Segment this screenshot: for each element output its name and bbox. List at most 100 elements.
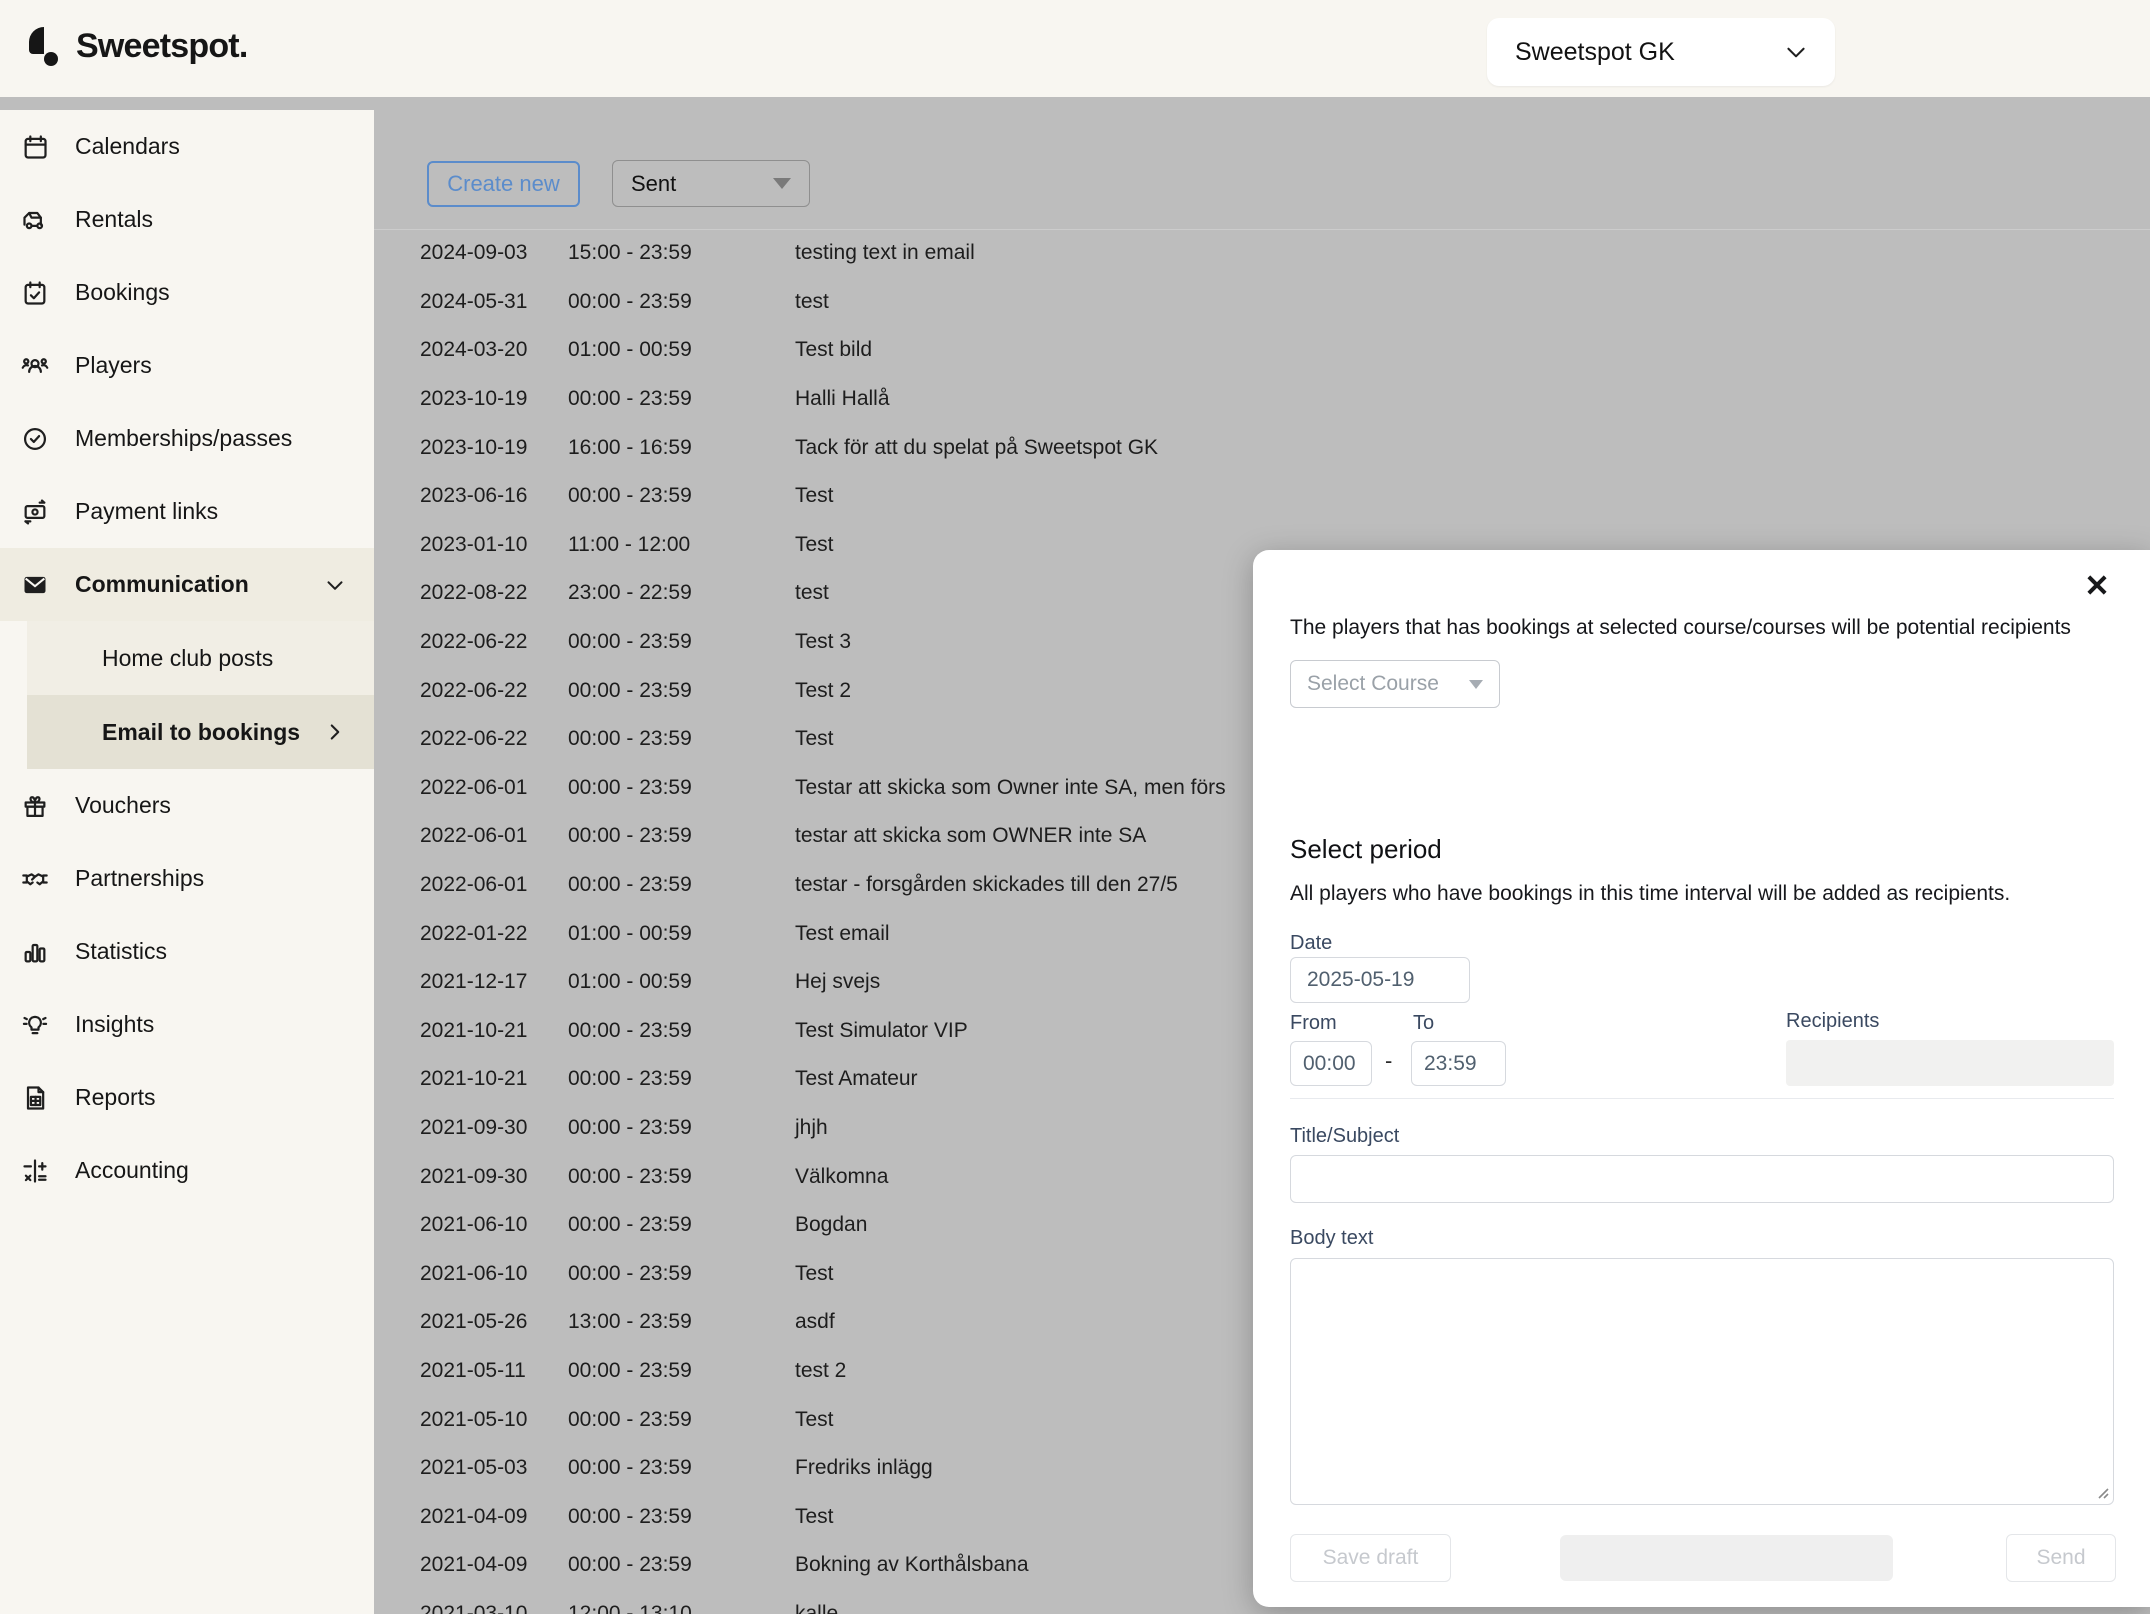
row-time-range: 00:00 - 23:59 (568, 1116, 795, 1140)
sidebar-item-memberships[interactable]: Memberships/passes (0, 402, 374, 475)
sidebar-item-label: Vouchers (75, 792, 171, 819)
row-date: 2022-06-22 (374, 679, 568, 703)
row-subject: Tack för att du spelat på Sweetspot GK (795, 436, 2150, 460)
lightbulb-icon (20, 1010, 50, 1040)
row-date: 2021-06-10 (374, 1262, 568, 1286)
row-time-range: 00:00 - 23:59 (568, 1067, 795, 1091)
sidebar-item-partnerships[interactable]: Partnerships (0, 842, 374, 915)
chevron-down-icon (1783, 39, 1809, 65)
sidebar-item-label: Calendars (75, 133, 180, 160)
sidebar-item-payment-links[interactable]: Payment links (0, 475, 374, 548)
sidebar-subitem-email-to-bookings[interactable]: Email to bookings (27, 695, 374, 769)
row-date: 2022-06-22 (374, 727, 568, 751)
caret-down-icon (773, 178, 791, 189)
table-row[interactable]: 2023-06-16 00:00 - 23:59 Test (374, 472, 2150, 521)
row-date: 2024-05-31 (374, 290, 568, 314)
money-link-icon (20, 497, 50, 527)
subitem-label: Email to bookings (102, 719, 300, 746)
section-subtitle: All players who have bookings in this ti… (1290, 882, 2010, 906)
sidebar-item-reports[interactable]: Reports (0, 1061, 374, 1134)
caret-down-icon (1469, 680, 1483, 689)
sidebar-item-accounting[interactable]: Accounting (0, 1134, 374, 1207)
row-subject: test (795, 290, 2150, 314)
sidebar-item-vouchers[interactable]: Vouchers (0, 769, 374, 842)
select-course-dropdown[interactable]: Select Course (1290, 660, 1500, 708)
row-time-range: 00:00 - 23:59 (568, 1213, 795, 1237)
golf-cart-icon (20, 205, 50, 235)
row-subject: Test bild (795, 338, 2150, 362)
row-time-range: 16:00 - 16:59 (568, 436, 795, 460)
textarea-resize-handle[interactable] (2095, 1485, 2109, 1499)
sidebar-item-insights[interactable]: Insights (0, 988, 374, 1061)
communication-submenu: Home club posts Email to bookings (0, 621, 374, 769)
row-date: 2023-01-10 (374, 533, 568, 557)
row-time-range: 00:00 - 23:59 (568, 1456, 795, 1480)
top-bar: Sweetspot. Sweetspot GK (0, 0, 2150, 97)
row-date: 2022-06-01 (374, 824, 568, 848)
sidebar-item-players[interactable]: Players (0, 329, 374, 402)
sidebar-item-label: Partnerships (75, 865, 204, 892)
row-date: 2021-10-21 (374, 1067, 568, 1091)
row-subject: Test (795, 484, 2150, 508)
row-time-range: 00:00 - 23:59 (568, 630, 795, 654)
sidebar: Calendars Rentals Bookings Players Membe (0, 110, 374, 1614)
row-date: 2021-05-10 (374, 1408, 568, 1432)
sidebar-item-calendars[interactable]: Calendars (0, 110, 374, 183)
club-selector-dropdown[interactable]: Sweetspot GK (1487, 18, 1835, 86)
sidebar-item-label: Communication (75, 571, 249, 598)
sidebar-item-communication[interactable]: Communication (0, 548, 374, 621)
row-time-range: 01:00 - 00:59 (568, 338, 795, 362)
row-time-range: 01:00 - 00:59 (568, 922, 795, 946)
close-button[interactable] (2080, 568, 2114, 602)
sidebar-item-label: Payment links (75, 498, 218, 525)
row-date: 2022-06-22 (374, 630, 568, 654)
sidebar-item-statistics[interactable]: Statistics (0, 915, 374, 988)
table-row[interactable]: 2024-03-20 01:00 - 00:59 Test bild (374, 326, 2150, 375)
row-time-range: 00:00 - 23:59 (568, 824, 795, 848)
calendar-check-icon (20, 278, 50, 308)
sidebar-item-rentals[interactable]: Rentals (0, 183, 374, 256)
select-course-placeholder: Select Course (1307, 672, 1439, 696)
sidebar-subitem-home-club-posts[interactable]: Home club posts (27, 621, 374, 695)
row-subject: Halli Hallå (795, 387, 2150, 411)
row-date: 2021-12-17 (374, 970, 568, 994)
calculator-icon (20, 1156, 50, 1186)
row-date: 2022-01-22 (374, 922, 568, 946)
table-row[interactable]: 2024-09-03 15:00 - 23:59 testing text in… (374, 229, 2150, 278)
section-title: Select period (1290, 834, 1442, 865)
body-text-input[interactable] (1290, 1258, 2114, 1505)
recipient-count-placeholder (1560, 1535, 1893, 1581)
row-time-range: 00:00 - 23:59 (568, 290, 795, 314)
row-date: 2021-10-21 (374, 1019, 568, 1043)
table-row[interactable]: 2023-10-19 16:00 - 16:59 Tack för att du… (374, 423, 2150, 472)
row-date: 2024-03-20 (374, 338, 568, 362)
row-date: 2022-06-01 (374, 873, 568, 897)
row-time-range: 13:00 - 23:59 (568, 1310, 795, 1334)
row-time-range: 00:00 - 23:59 (568, 1505, 795, 1529)
row-date: 2021-09-30 (374, 1165, 568, 1189)
date-input[interactable] (1290, 957, 1470, 1003)
from-label: From (1290, 1012, 1337, 1035)
from-time-input[interactable] (1290, 1041, 1372, 1086)
to-time-input[interactable] (1411, 1041, 1506, 1086)
table-row[interactable]: 2024-05-31 00:00 - 23:59 test (374, 278, 2150, 327)
recipients-field[interactable] (1786, 1040, 2114, 1086)
badge-check-icon (20, 424, 50, 454)
sidebar-item-label: Rentals (75, 206, 153, 233)
status-filter-value: Sent (631, 171, 676, 197)
sidebar-item-bookings[interactable]: Bookings (0, 256, 374, 329)
title-subject-input[interactable] (1290, 1155, 2114, 1203)
create-new-button[interactable]: Create new (427, 161, 580, 207)
close-icon (2083, 571, 2111, 599)
row-date: 2021-03-10 (374, 1602, 568, 1614)
sidebar-item-label: Players (75, 352, 152, 379)
row-date: 2024-09-03 (374, 241, 568, 265)
body-text-label: Body text (1290, 1227, 1373, 1250)
row-time-range: 00:00 - 23:59 (568, 1262, 795, 1286)
report-document-icon (20, 1083, 50, 1113)
sidebar-item-label: Bookings (75, 279, 170, 306)
status-filter-dropdown[interactable]: Sent (612, 160, 810, 207)
send-button[interactable]: Send (2006, 1534, 2116, 1582)
table-row[interactable]: 2023-10-19 00:00 - 23:59 Halli Hallå (374, 375, 2150, 424)
save-draft-button[interactable]: Save draft (1290, 1534, 1451, 1582)
